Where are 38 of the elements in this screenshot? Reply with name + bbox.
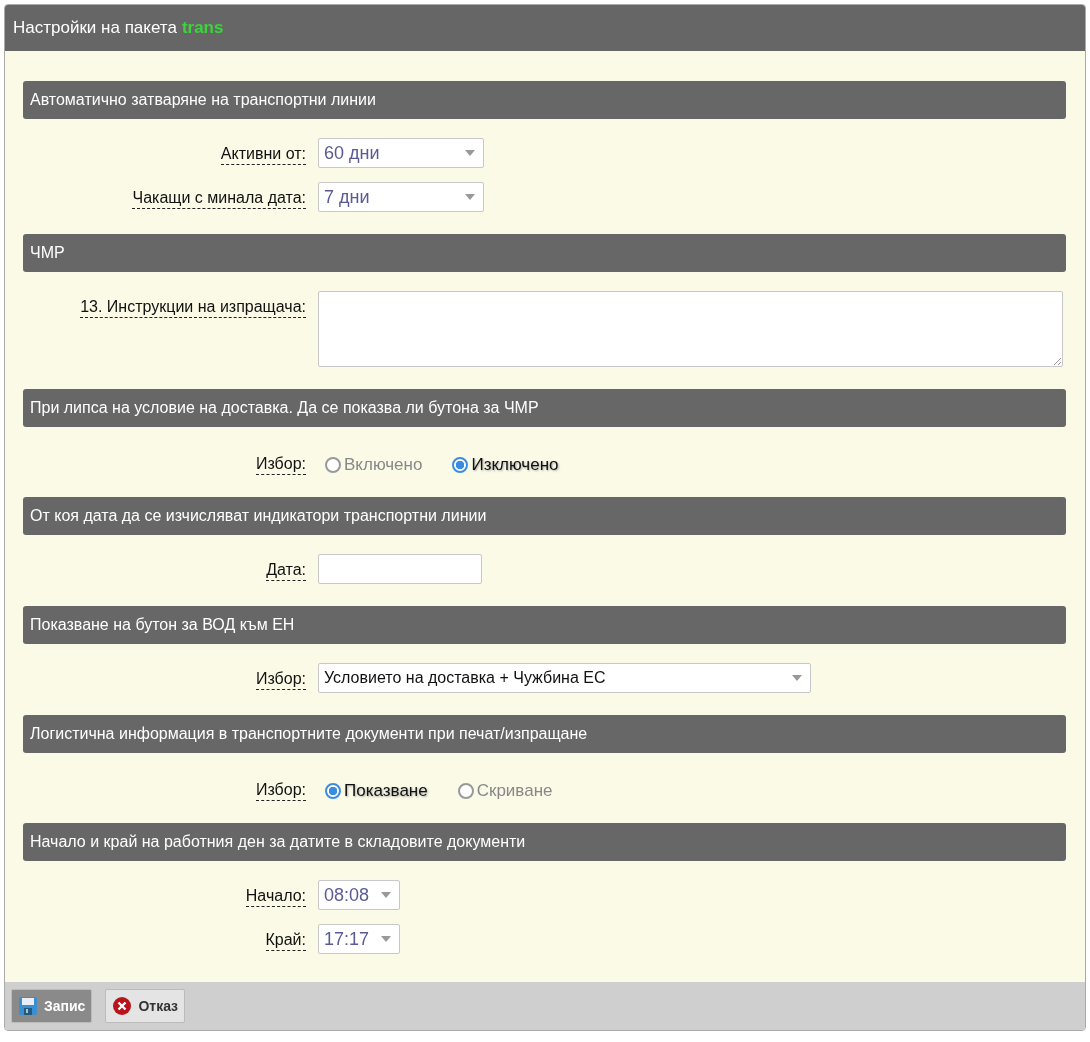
caret-icon bbox=[792, 675, 802, 681]
section-header: Начало и край на работния ден за датите в складовите документи bbox=[23, 823, 1066, 861]
radio-option[interactable]: Включено bbox=[325, 454, 423, 475]
date-input[interactable] bbox=[318, 554, 482, 584]
caret-icon bbox=[465, 150, 475, 156]
dropdown[interactable]: 60 дни bbox=[318, 138, 484, 168]
caret-icon bbox=[465, 194, 475, 200]
save-button[interactable]: Запис bbox=[11, 989, 93, 1023]
section-header: При липса на условие на доставка. Да се показва ли бутона за ЧМР bbox=[23, 389, 1066, 427]
section-header: Показване на бутон за ВОД към ЕН bbox=[23, 606, 1066, 644]
dropdown[interactable]: 7 дни bbox=[318, 182, 484, 212]
radio-option[interactable]: Скриване bbox=[457, 780, 553, 801]
field-label: Избор: bbox=[255, 669, 306, 690]
cancel-button[interactable]: Отказ bbox=[105, 989, 186, 1023]
field-label: Чакащи с минала дата: bbox=[132, 188, 306, 209]
section-header: ЧМР bbox=[23, 234, 1066, 272]
dropdown[interactable]: Условието на доставка + Чужбина ЕС bbox=[318, 663, 811, 693]
field-label: Край: bbox=[265, 930, 306, 951]
section-header: От коя дата да се изчисляват индикатори транспортни линии bbox=[23, 497, 1066, 535]
dropdown[interactable]: 08:08 bbox=[318, 880, 400, 910]
resize-grip-icon[interactable] bbox=[1053, 357, 1061, 365]
section-header: Автоматично затваряне на транспортни линии bbox=[23, 81, 1066, 119]
section-header: Логистична информация в транспортните документи при печат/изпращане bbox=[23, 715, 1066, 753]
window-title: Настройки на пакета bbox=[13, 18, 177, 38]
field-label: 13. Инструкции на изпращача: bbox=[80, 297, 306, 318]
field-label: Избор: bbox=[255, 780, 306, 801]
field-label: Начало: bbox=[245, 886, 306, 907]
close-icon bbox=[112, 996, 133, 1016]
radio-option[interactable]: Показване bbox=[325, 780, 428, 801]
package-name: trans bbox=[181, 18, 224, 38]
caret-icon bbox=[381, 892, 391, 898]
text-area[interactable] bbox=[318, 291, 1063, 367]
caret-icon bbox=[381, 936, 391, 942]
field-label: Дата: bbox=[266, 560, 306, 581]
field-label: Активни от: bbox=[220, 144, 306, 165]
radio-option[interactable]: Изключено bbox=[452, 454, 559, 475]
dropdown[interactable]: 17:17 bbox=[318, 924, 400, 954]
field-label: Избор: bbox=[255, 454, 306, 475]
